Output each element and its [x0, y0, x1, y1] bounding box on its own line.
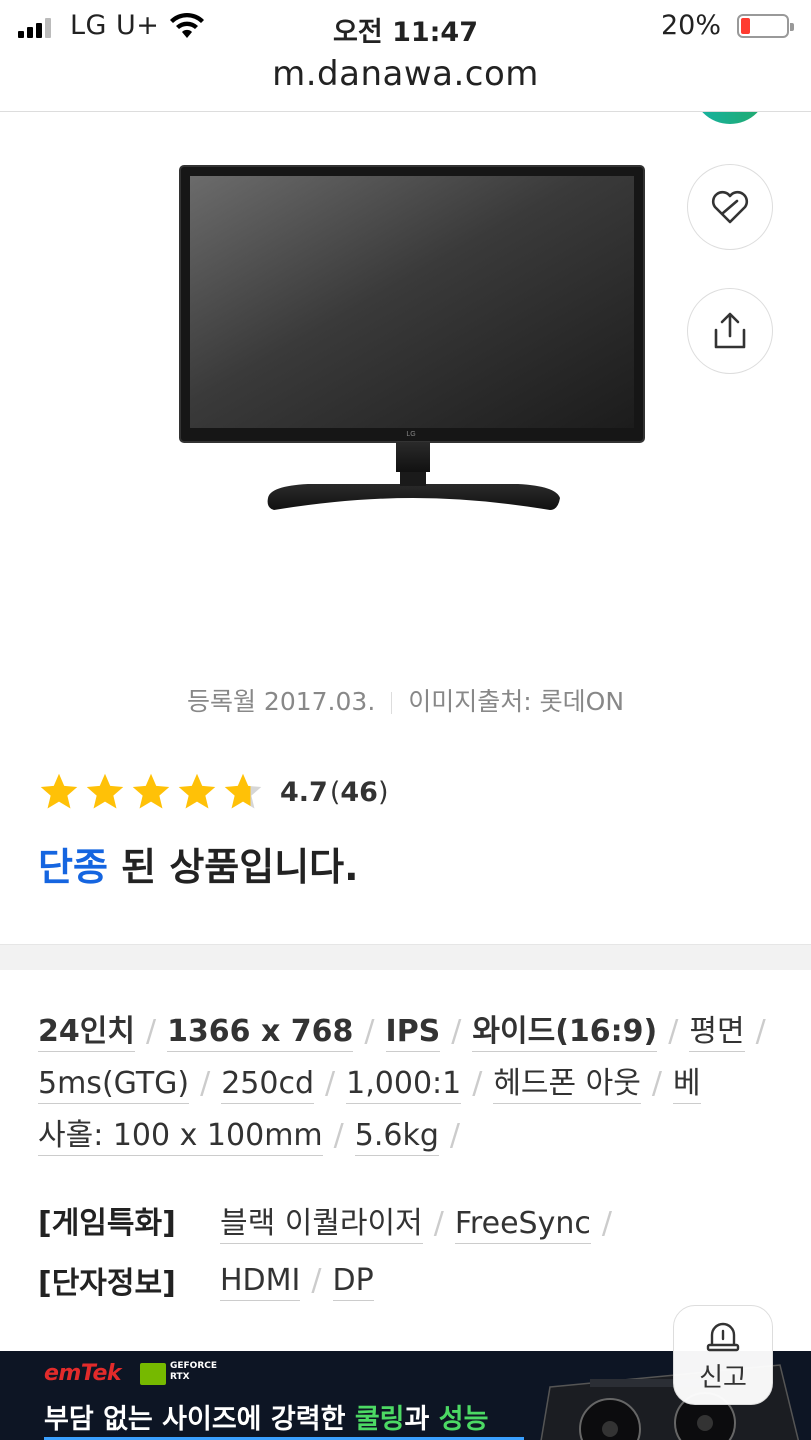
- battery-percent: 20%: [661, 10, 722, 41]
- spec-separator: /: [433, 1206, 444, 1241]
- report-label: 신고: [699, 1362, 747, 1393]
- image-source: 이미지출처: 롯데ON: [408, 687, 625, 716]
- url-bar-overlay: m.danawa.com: [0, 52, 811, 112]
- product-meta: 등록월 2017.03. 이미지출처: 롯데ON: [0, 682, 811, 718]
- spec-separator: /: [325, 1066, 336, 1101]
- spec-separator: /: [601, 1206, 612, 1241]
- spec-item[interactable]: 5.6kg: [354, 1118, 439, 1156]
- spec-separator: /: [668, 1014, 679, 1049]
- spec-separator: /: [755, 1014, 766, 1049]
- siren-icon: [706, 1322, 740, 1351]
- banner-headline: 부담 없는 사이즈에 강력한 쿨링과 성능: [44, 1404, 489, 1435]
- banner-brand-logo: emTek: [44, 1361, 122, 1386]
- discontinued-notice: 단종 된 상품입니다.: [38, 836, 359, 891]
- feature-item[interactable]: HDMI: [220, 1262, 301, 1301]
- spec-separator: /: [311, 1262, 322, 1298]
- spec-separator: /: [145, 1014, 157, 1049]
- spec-item[interactable]: 5ms(GTG): [38, 1066, 190, 1104]
- star-icon: [224, 773, 262, 809]
- gaming-features-row: [게임특화] 블랙 이퀄라이저 / FreeSync /: [38, 1198, 623, 1244]
- spec-item[interactable]: 24인치: [38, 1014, 135, 1052]
- spec-item[interactable]: 와이드(16:9): [472, 1014, 658, 1052]
- meta-separator: [391, 692, 393, 714]
- report-button[interactable]: 신고: [673, 1305, 773, 1405]
- gaming-label: [게임특화]: [38, 1206, 176, 1241]
- spec-separator: /: [200, 1066, 211, 1101]
- star-icon: [178, 773, 216, 809]
- spec-item[interactable]: 사홀: 100 x 100mm: [38, 1118, 323, 1156]
- rating-score: 4.7: [280, 776, 328, 808]
- spec-separator: /: [651, 1066, 662, 1101]
- share-button[interactable]: [687, 288, 773, 374]
- ports-label: [단자정보]: [38, 1266, 176, 1301]
- heart-link-icon: [711, 190, 749, 224]
- url-text-overlay: m.danawa.com: [272, 54, 539, 94]
- spec-separator: /: [472, 1066, 483, 1101]
- spec-line: 사홀: 100 x 100mm / 5.6kg /: [38, 1110, 778, 1162]
- spec-separator: /: [333, 1118, 344, 1153]
- spec-summary: 24인치/1366 x 768/IPS / 와이드(16:9) / 평면/5ms(GTG…: [38, 1006, 778, 1162]
- spec-item[interactable]: 1366 x 768: [167, 1014, 354, 1052]
- spec-separator: /: [364, 1014, 375, 1049]
- paren-close: ): [377, 776, 389, 808]
- battery-icon: [737, 14, 794, 38]
- feature-item[interactable]: 블랙 이퀄라이저: [220, 1206, 423, 1244]
- review-count-wrapper: (46): [330, 777, 389, 808]
- ports-row: [단자정보] HDMI / DP: [38, 1258, 374, 1302]
- geforce-label: GEFORCE RTX: [170, 1361, 218, 1382]
- status-bar: LG U+ 오전 11:47 20%: [0, 0, 811, 52]
- spec-item[interactable]: 베: [672, 1066, 701, 1104]
- monitor-image: LG: [179, 165, 645, 510]
- spec-item[interactable]: IPS: [385, 1014, 441, 1052]
- star-icon: [132, 773, 170, 809]
- feature-item[interactable]: DP: [332, 1262, 374, 1301]
- spec-item[interactable]: 250cd: [221, 1066, 315, 1104]
- feature-item[interactable]: FreeSync: [454, 1206, 591, 1244]
- review-count: 46: [340, 776, 378, 808]
- discontinued-text: 된 상품입니다.: [107, 845, 359, 889]
- section-divider: [0, 944, 811, 970]
- spec-separator: /: [449, 1118, 460, 1153]
- star-icon: [40, 773, 78, 809]
- spec-item[interactable]: 1,000:1: [346, 1066, 462, 1104]
- svg-text:LG: LG: [406, 431, 415, 438]
- registration-date: 등록월 2017.03.: [186, 687, 376, 716]
- rating-row[interactable]: 4.7 (46): [38, 772, 389, 812]
- spec-line: 24인치 / 1366 x 768 / IPS / 와이드(16:9) / 평면 /: [38, 1006, 778, 1058]
- spec-line: 5ms(GTG) / 250cd / 1,000:1 / 헤드폰 아웃 / 베: [38, 1058, 778, 1110]
- star-icon: [86, 773, 124, 809]
- paren-open: (: [329, 776, 341, 808]
- discontinued-highlight: 단종: [38, 845, 108, 889]
- spec-item[interactable]: 헤드폰 아웃: [493, 1066, 641, 1104]
- spec-separator: /: [451, 1014, 462, 1049]
- share-icon: [714, 312, 746, 349]
- nvidia-logo-icon: [140, 1363, 166, 1385]
- wishlist-button[interactable]: [687, 164, 773, 250]
- rating-stars: [38, 772, 264, 812]
- spec-item[interactable]: 평면: [689, 1014, 745, 1052]
